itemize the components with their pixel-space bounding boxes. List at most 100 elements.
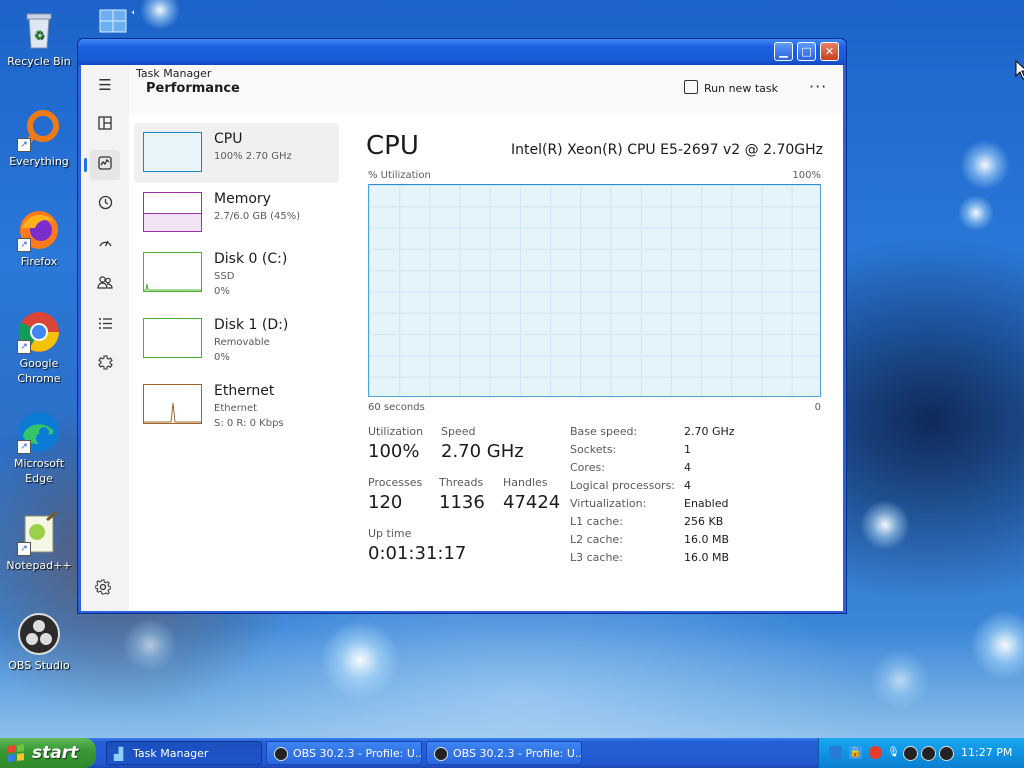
cpu-detail-panel: CPU Intel(R) Xeon(R) CPU E5-2697 v2 @ 2.… <box>341 113 843 611</box>
device-item-cpu[interactable]: CPU 100% 2.70 GHz <box>134 123 339 183</box>
desktop-icon-partial[interactable]: ✦ <box>90 6 138 38</box>
device-item-ethernet[interactable]: Ethernet Ethernet S: 0 R: 0 Kbps <box>134 375 339 435</box>
record-icon[interactable] <box>869 746 882 759</box>
obs-icon <box>274 747 288 761</box>
spec-key: Sockets: <box>570 443 617 456</box>
page-title: Performance <box>146 81 240 96</box>
taskbar-button-label: OBS 30.2.3 - Profile: U... <box>293 747 422 760</box>
threads-label: Threads <box>439 476 484 489</box>
obs-icon <box>434 747 448 761</box>
threads-value: 1136 <box>439 492 485 513</box>
chrome-icon: ↗ <box>17 310 61 354</box>
device-name: Memory <box>214 191 271 207</box>
speed-value: 2.70 GHz <box>441 441 524 462</box>
everything-icon: ↗ <box>17 108 61 152</box>
settings-icon[interactable] <box>94 579 112 599</box>
content-pane: Performance Run new task ··· CPU 100% 2.… <box>129 65 843 611</box>
obs-tray-icon[interactable] <box>903 746 918 761</box>
device-sub-2: S: 0 R: 0 Kbps <box>214 418 284 429</box>
device-sub-2: 0% <box>214 352 230 363</box>
desktop-icon-label: Recycle Bin <box>7 55 71 68</box>
desktop-icon-label: Google Chrome <box>17 357 61 385</box>
obs-tray-icon[interactable] <box>939 746 954 761</box>
network-icon[interactable] <box>829 746 842 759</box>
processes-icon[interactable] <box>90 110 120 140</box>
services-icon[interactable] <box>90 350 120 380</box>
device-name: Disk 0 (C:) <box>214 251 288 267</box>
desktop-icon-firefox[interactable]: ↗ Firefox <box>4 208 74 269</box>
window-icon: ✦ <box>94 6 138 36</box>
clock[interactable]: 11:27 PM <box>961 738 1012 768</box>
processes-value: 120 <box>368 492 403 513</box>
windows-flag-icon <box>8 744 24 762</box>
desktop-icon-label: Firefox <box>20 255 58 268</box>
desktop-icon-google-chrome[interactable]: ↗ Google Chrome <box>4 310 74 386</box>
startup-icon[interactable] <box>90 230 120 260</box>
recycle-bin-icon: ♻ <box>17 8 61 52</box>
detail-title: CPU <box>366 131 419 161</box>
taskbar-button-task-manager[interactable]: ▟ Task Manager <box>106 741 262 765</box>
run-new-task-button[interactable]: Run new task <box>684 79 778 99</box>
desktop-icon-everything[interactable]: ↗ Everything <box>4 108 74 169</box>
more-options-button[interactable]: ··· <box>809 77 827 96</box>
uptime-value: 0:01:31:17 <box>368 543 467 564</box>
start-button[interactable]: start <box>0 738 96 768</box>
graph-label-bottom-right: 0 <box>814 402 821 413</box>
cpu-thumbnail <box>143 132 202 172</box>
desktop-icon-microsoft-edge[interactable]: ↗ Microsoft Edge <box>4 410 74 486</box>
obs-tray-icon[interactable] <box>921 746 936 761</box>
maximize-icon: □ <box>801 45 812 58</box>
spec-key: Logical processors: <box>570 479 676 492</box>
spec-key: L3 cache: <box>570 551 623 564</box>
task-manager-window[interactable]: ▁ □ ✕ ☰ Performance Run new task ··· CPU… <box>77 38 847 614</box>
app-history-icon[interactable] <box>90 190 120 220</box>
device-sub-2: 0% <box>214 286 230 297</box>
start-label: start <box>32 743 79 763</box>
minimize-icon: ▁ <box>779 45 788 58</box>
edge-icon: ↗ <box>17 410 61 454</box>
graph-label-bottom-left: 60 seconds <box>368 402 425 413</box>
page-header: Performance Run new task ··· <box>129 65 843 113</box>
window-titlebar[interactable]: ▁ □ ✕ <box>78 39 846 65</box>
device-item-disk-1[interactable]: Disk 1 (D:) Removable 0% <box>134 309 339 369</box>
device-item-disk-0[interactable]: Disk 0 (C:) SSD 0% <box>134 243 339 303</box>
security-icon[interactable]: 🔒 <box>849 746 862 759</box>
minimize-button[interactable]: ▁ <box>774 42 793 61</box>
more-icon: ··· <box>809 77 828 96</box>
details-icon[interactable] <box>90 310 120 340</box>
desktop-icon-obs-studio[interactable]: OBS Studio <box>4 612 74 673</box>
notepad-plus-plus-icon: ↗ <box>17 510 61 556</box>
system-tray: 🔒 🎙 11:27 PM <box>818 738 1024 768</box>
taskbar-button-label: Task Manager <box>133 747 209 760</box>
utilization-label: Utilization <box>368 425 424 438</box>
hamburger-icon[interactable]: ☰ <box>90 70 120 100</box>
users-icon[interactable] <box>90 270 120 300</box>
spec-key: L1 cache: <box>570 515 623 528</box>
device-sub: 100% 2.70 GHz <box>214 151 292 162</box>
device-name: CPU <box>214 131 243 147</box>
disk0-thumbnail <box>143 252 202 292</box>
window-title: Task Manager <box>136 67 212 80</box>
speed-label: Speed <box>441 425 476 438</box>
device-item-memory[interactable]: Memory 2.7/6.0 GB (45%) <box>134 183 339 243</box>
maximize-button[interactable]: □ <box>797 42 816 61</box>
cpu-utilization-fill <box>369 184 820 396</box>
device-sub: SSD <box>214 271 235 282</box>
taskbar-button-obs-2[interactable]: OBS 30.2.3 - Profile: U... <box>426 741 582 765</box>
desktop-icon-notepad-plus-plus[interactable]: ↗ Notepad++ <box>4 510 74 573</box>
microphone-icon[interactable]: 🎙 <box>887 746 900 759</box>
performance-icon[interactable] <box>84 150 120 180</box>
graph-label-top-left: % Utilization <box>368 170 431 181</box>
svg-text:♻: ♻ <box>34 28 45 42</box>
close-icon: ✕ <box>824 45 835 58</box>
close-button[interactable]: ✕ <box>820 42 839 61</box>
taskbar-button-obs-1[interactable]: OBS 30.2.3 - Profile: U... <box>266 741 422 765</box>
memory-thumbnail <box>143 192 202 232</box>
graph-label-top-right: 100% <box>792 170 821 181</box>
device-name: Disk 1 (D:) <box>214 317 289 333</box>
spec-value: 4 <box>684 479 691 492</box>
desktop-icon-label: Notepad++ <box>6 559 72 572</box>
svg-text:✦: ✦ <box>130 8 134 19</box>
utilization-value: 100% <box>368 441 420 462</box>
desktop-icon-recycle-bin[interactable]: ♻ Recycle Bin <box>4 8 74 69</box>
